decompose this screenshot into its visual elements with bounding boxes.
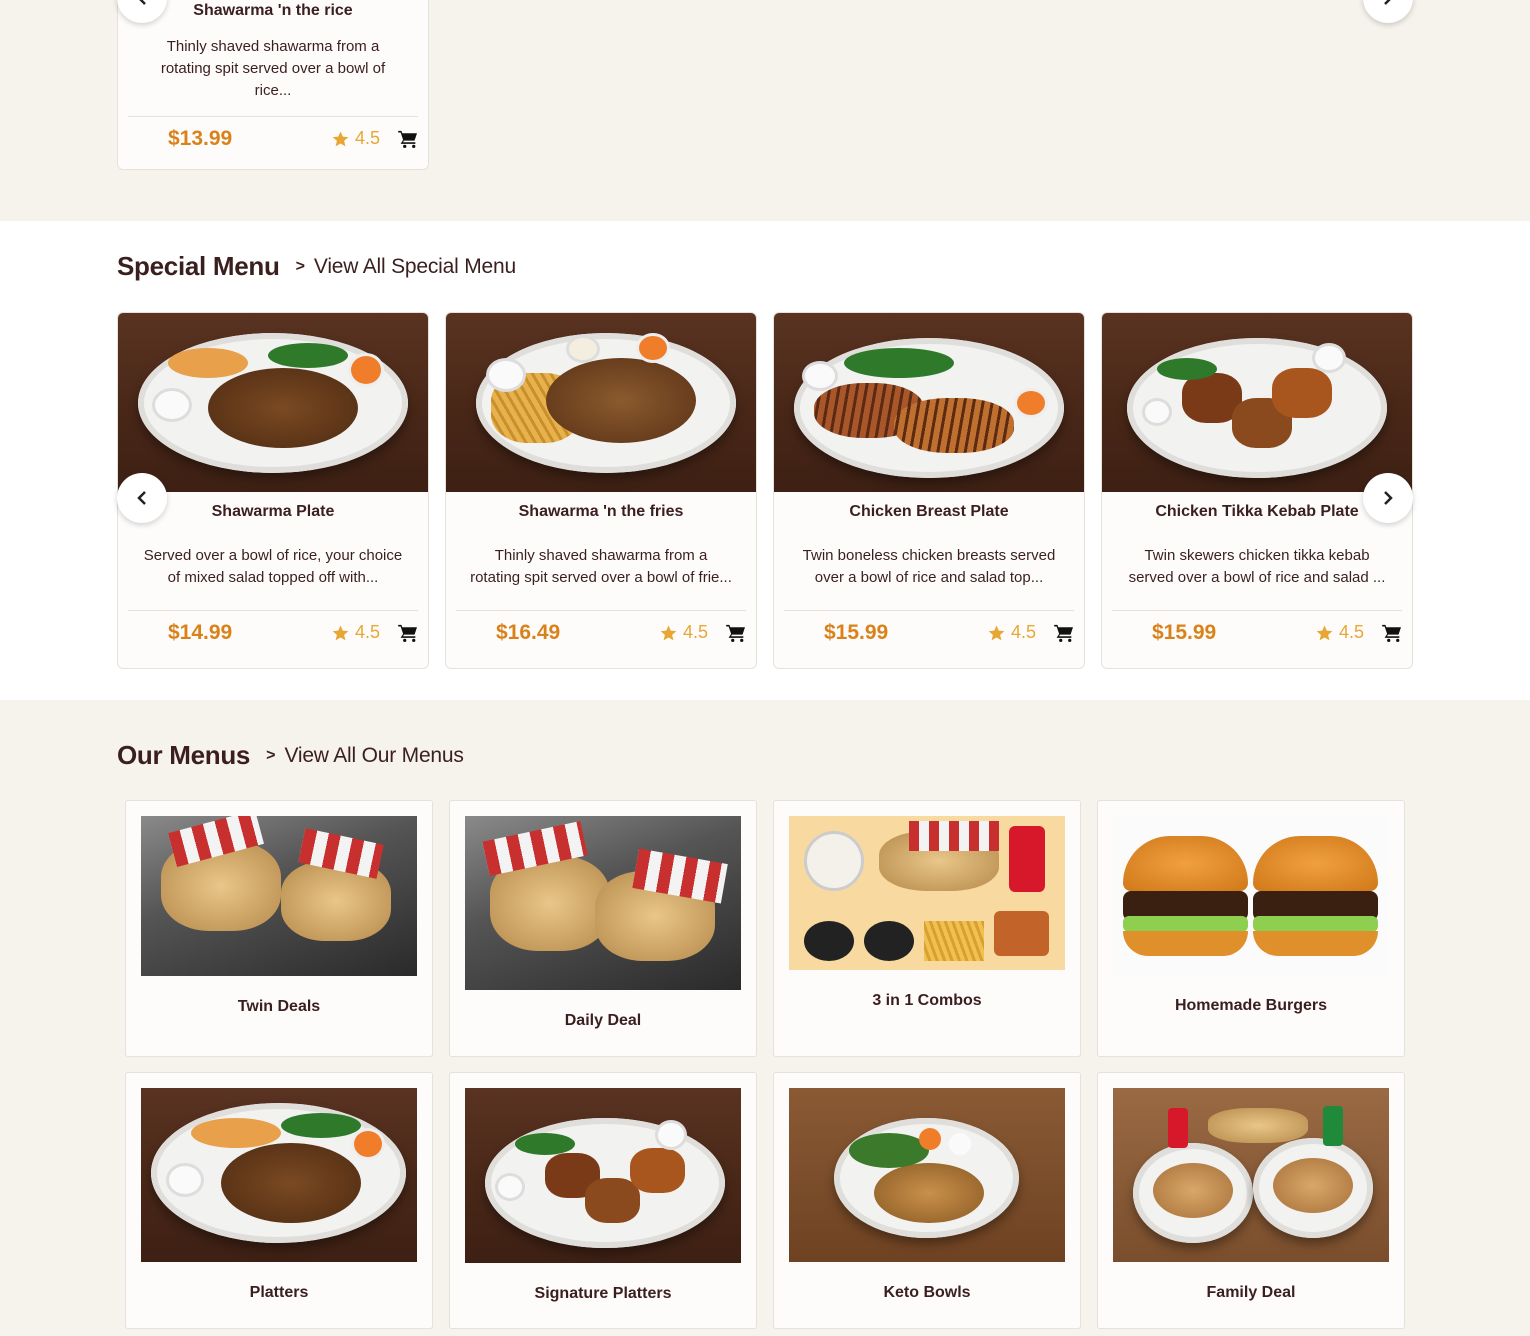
product-price: $16.49 <box>496 620 561 644</box>
category-label: Platters <box>249 1284 309 1301</box>
category-label: 3 in 1 Combos <box>872 992 982 1009</box>
product-footer: $16.49 4.5 <box>456 610 746 654</box>
menu-category-tile[interactable]: Platters <box>125 1072 433 1329</box>
product-description: Twin boneless chicken breasts served ove… <box>802 546 1056 586</box>
product-name: Shawarma 'n the fries <box>518 503 684 520</box>
product-price: $15.99 <box>1152 620 1217 644</box>
product-rating: 4.5 <box>1315 622 1364 643</box>
product-card[interactable]: Shawarma 'n the fries Thinly shaved shaw… <box>445 312 757 669</box>
product-footer: $15.99 4.5 <box>1112 610 1402 654</box>
category-label: Homemade Burgers <box>1174 997 1328 1014</box>
product-description: Thinly shaved shawarma from a rotating s… <box>470 546 732 586</box>
product-card[interactable]: Shawarma 'n the rice Thinly shaved shawa… <box>117 0 429 170</box>
menu-category-tile[interactable]: 3 in 1 Combos <box>773 800 1081 1057</box>
product-description: Twin skewers chicken tikka kebab served … <box>1128 546 1386 586</box>
product-image <box>774 313 1084 492</box>
product-footer: $13.99 4.5 <box>128 116 418 160</box>
product-name: Chicken Breast Plate <box>849 503 1009 520</box>
category-label: Signature Platters <box>534 1285 672 1302</box>
category-label: Twin Deals <box>237 998 321 1015</box>
star-icon <box>332 131 349 146</box>
view-all-special-menu-link[interactable]: View All Special Menu <box>314 255 516 279</box>
cart-icon[interactable] <box>398 130 418 148</box>
category-image <box>1113 1088 1389 1262</box>
product-price: $13.99 <box>168 126 233 150</box>
product-image <box>118 313 428 492</box>
special-menu-title: Special Menu <box>117 251 280 281</box>
category-image <box>465 1088 741 1263</box>
category-image <box>789 1088 1065 1262</box>
category-image <box>465 816 741 990</box>
cart-icon[interactable] <box>726 624 746 642</box>
category-image <box>789 816 1065 970</box>
category-label: Keto Bowls <box>883 1284 971 1301</box>
carousel-prev-button[interactable] <box>117 473 167 523</box>
chevron-right-icon <box>1384 491 1393 505</box>
star-icon <box>988 625 1005 640</box>
chevron-left-icon <box>139 0 146 5</box>
our-menus-title: Our Menus <box>117 740 251 770</box>
star-icon <box>1316 625 1333 640</box>
product-price: $14.99 <box>168 620 233 644</box>
menu-category-tile[interactable]: Family Deal <box>1097 1072 1405 1329</box>
menu-category-tile[interactable]: Daily Deal <box>449 800 757 1057</box>
product-footer: $15.99 4.5 <box>784 610 1074 654</box>
star-icon <box>332 625 349 640</box>
product-image <box>1102 313 1412 492</box>
cart-icon[interactable] <box>1382 624 1402 642</box>
category-label: Family Deal <box>1206 1284 1296 1301</box>
chevron-left-icon <box>137 491 146 505</box>
menu-category-tile[interactable]: Signature Platters <box>449 1072 757 1329</box>
our-menus-header: Our Menus > View All Our Menus <box>117 740 464 771</box>
product-rating: 4.5 <box>331 622 380 643</box>
menu-category-tile[interactable]: Homemade Burgers <box>1097 800 1405 1057</box>
special-menu-section: Special Menu > View All Special Menu Sha… <box>0 221 1530 700</box>
menu-category-tile[interactable]: Keto Bowls <box>773 1072 1081 1329</box>
our-menus-section: Our Menus > View All Our Menus Twin Deal… <box>0 700 1530 1336</box>
cart-icon[interactable] <box>1054 624 1074 642</box>
chevron-right-icon: > <box>295 257 305 275</box>
special-menu-header: Special Menu > View All Special Menu <box>117 251 516 282</box>
product-rating: 4.5 <box>331 128 380 149</box>
category-label: Daily Deal <box>564 1012 642 1029</box>
category-image <box>141 816 417 976</box>
previous-menu-section: Shawarma 'n the rice Thinly shaved shawa… <box>0 0 1530 221</box>
cart-icon[interactable] <box>398 624 418 642</box>
product-description: Served over a bowl of rice, your choice … <box>143 546 403 586</box>
chevron-right-icon <box>1384 0 1391 5</box>
carousel-next-button[interactable] <box>1363 0 1413 23</box>
star-icon <box>660 625 677 640</box>
category-image <box>1113 816 1389 976</box>
view-all-our-menus-link[interactable]: View All Our Menus <box>284 744 463 768</box>
product-image <box>446 313 756 492</box>
product-rating: 4.5 <box>987 622 1036 643</box>
product-description: Thinly shaved shawarma from a rotating s… <box>160 38 386 99</box>
product-price: $15.99 <box>824 620 889 644</box>
chevron-right-icon: > <box>266 746 276 764</box>
menu-category-tile[interactable]: Twin Deals <box>125 800 433 1057</box>
product-rating: 4.5 <box>659 622 708 643</box>
product-footer: $14.99 4.5 <box>128 610 418 654</box>
category-image <box>141 1088 417 1262</box>
product-card[interactable]: Chicken Breast Plate Twin boneless chick… <box>773 312 1085 669</box>
carousel-next-button[interactable] <box>1363 473 1413 523</box>
